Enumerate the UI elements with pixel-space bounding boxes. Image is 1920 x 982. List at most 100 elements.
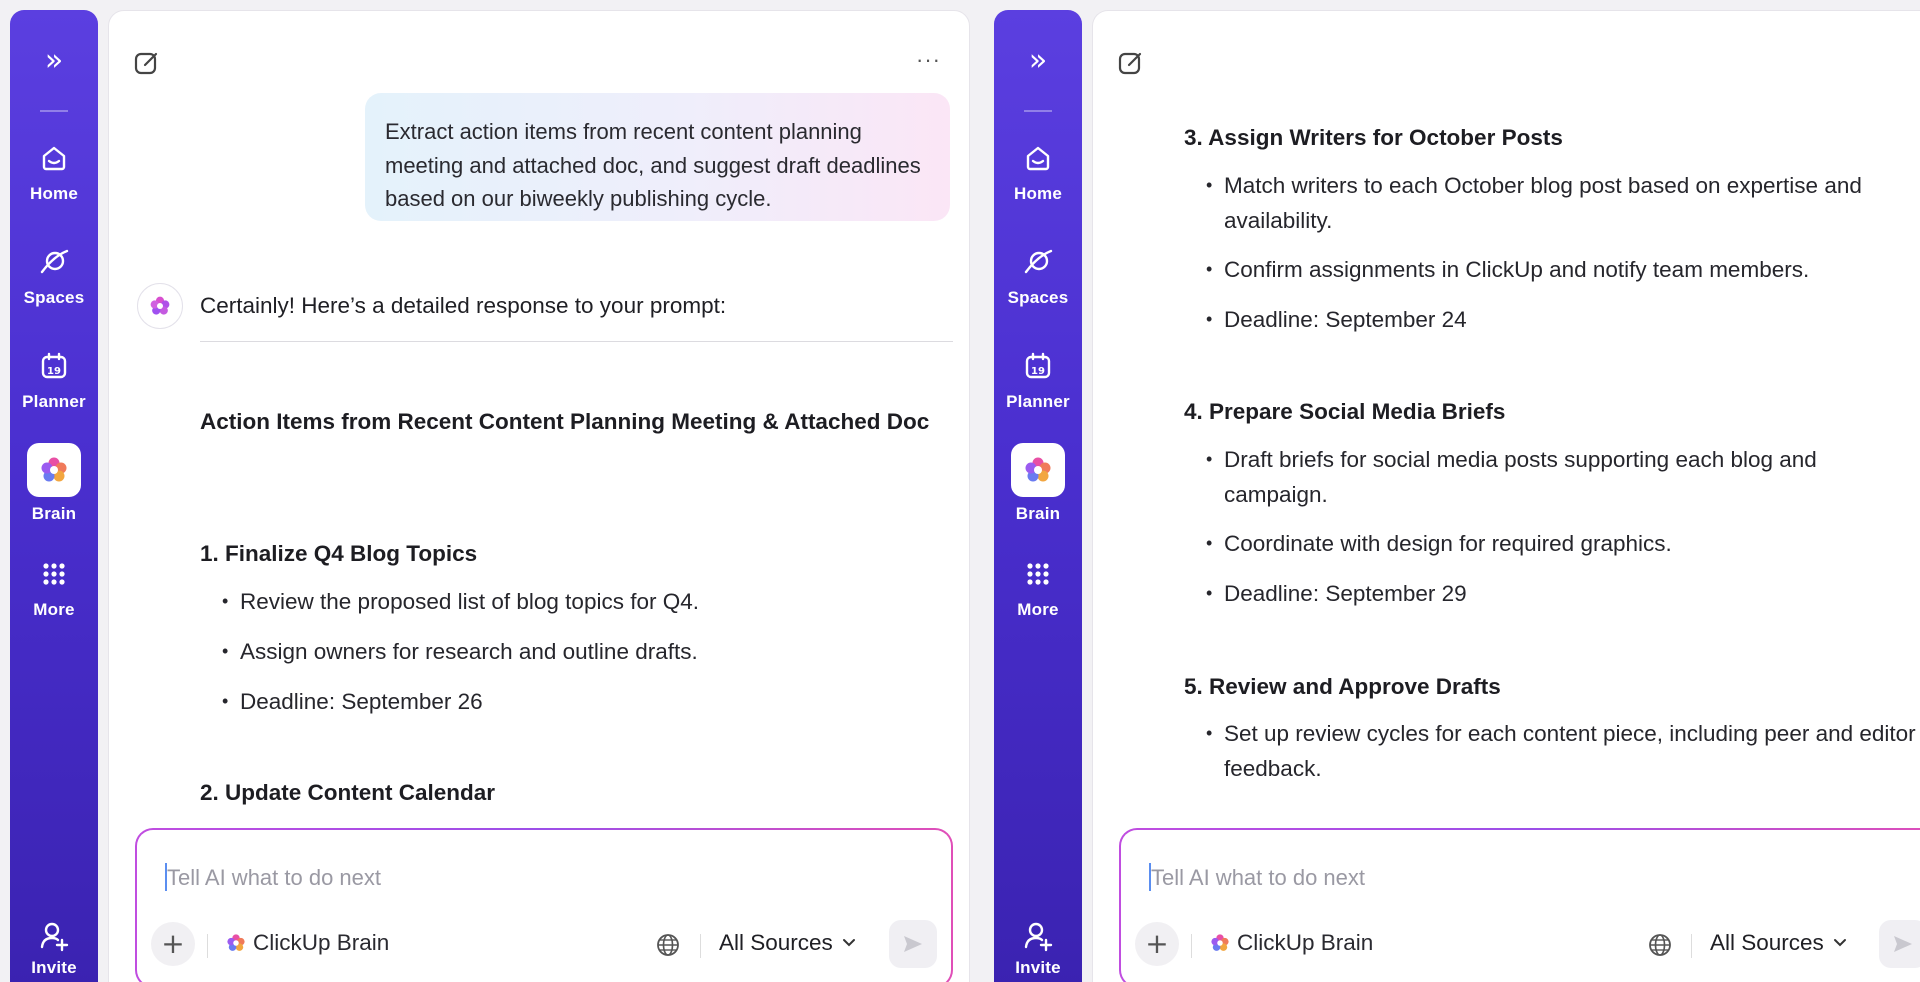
nav-planner-label: Planner — [22, 392, 86, 411]
section-title: 5. Review and Approve Drafts — [1184, 674, 1501, 699]
nav-spaces-label: Spaces — [1007, 288, 1069, 307]
nav-home[interactable]: Home — [994, 142, 1082, 204]
brain-flower-icon — [41, 457, 67, 482]
bullet-item: Confirm assignments in ClickUp and notif… — [1206, 252, 1920, 287]
rail-divider — [40, 110, 68, 112]
nav-home-label: Home — [29, 184, 79, 203]
calendar-icon: 19 — [41, 352, 67, 379]
chevron-down-icon — [1833, 939, 1846, 947]
expand-sidebar-icon[interactable]: » — [10, 46, 98, 76]
model-label: ClickUp Brain — [1237, 930, 1374, 955]
toolbar-divider — [207, 934, 208, 958]
toolbar-divider — [1191, 934, 1192, 958]
reply-divider — [200, 341, 953, 342]
section-title: 2. Update Content Calendar — [200, 780, 496, 805]
nav-more-label: More — [1017, 600, 1059, 619]
toolbar-divider — [1691, 934, 1692, 958]
add-user-icon — [40, 922, 69, 952]
chat-panel-left: ··· Extract action items from recent con… — [108, 10, 970, 982]
nav-more[interactable]: More — [994, 558, 1082, 620]
bullet-item: Draft briefs for social media posts supp… — [1206, 442, 1920, 512]
user-prompt-bubble: Extract action items from recent content… — [365, 93, 950, 221]
chat-panel-right: 3. Assign Writers for October Posts Matc… — [1092, 10, 1920, 982]
sources-dropdown[interactable]: All Sources — [1710, 930, 1848, 956]
add-attachment-button[interactable]: + — [151, 922, 195, 966]
nav-spaces[interactable]: Spaces — [10, 246, 98, 308]
nav-invite-label: Invite — [31, 958, 77, 977]
model-selector[interactable]: ClickUp Brain — [1209, 930, 1373, 956]
calendar-day: 19 — [1031, 366, 1045, 377]
planet-icon — [1024, 249, 1053, 274]
right-nav-rail: » Home Spaces 19 Planner Brain More Invi… — [994, 10, 1082, 982]
nav-brain-label: Brain — [1015, 504, 1061, 523]
send-icon — [904, 936, 922, 952]
brain-avatar — [137, 283, 183, 329]
nav-spaces[interactable]: Spaces — [994, 246, 1082, 308]
grid-dots-icon — [43, 563, 65, 585]
send-button[interactable] — [889, 920, 937, 968]
planet-icon — [40, 249, 69, 274]
bullet-item: Match writers to each October blog post … — [1206, 168, 1920, 238]
brain-tile — [27, 443, 81, 497]
add-attachment-button[interactable]: + — [1135, 922, 1179, 966]
composer-placeholder[interactable]: Tell AI what to do next — [1151, 865, 1365, 891]
nav-invite[interactable]: Invite — [994, 920, 1082, 978]
section-title: 4. Prepare Social Media Briefs — [1184, 399, 1506, 424]
calendar-day: 19 — [47, 366, 61, 377]
bullet-item: Deadline: September 24 — [1206, 302, 1920, 337]
nav-planner[interactable]: 19 Planner — [10, 350, 98, 412]
brain-flower-icon — [150, 296, 170, 315]
new-chat-icon[interactable] — [133, 49, 161, 77]
calendar-icon: 19 — [1025, 352, 1051, 379]
brain-flower-icon — [227, 934, 245, 951]
sources-dropdown[interactable]: All Sources — [719, 930, 857, 956]
bullet-item: Deadline: September 29 — [1206, 576, 1920, 611]
bullet-item: Coordinate with design for required grap… — [1206, 526, 1920, 561]
chat-composer[interactable]: Tell AI what to do next + ClickUp Brain … — [135, 828, 953, 982]
more-options-icon[interactable]: ··· — [916, 47, 941, 73]
doc-heading: Action Items from Recent Content Plannin… — [200, 409, 930, 434]
nav-planner-label: Planner — [1006, 392, 1070, 411]
send-icon — [1894, 936, 1912, 952]
chat-composer[interactable]: Tell AI what to do next + ClickUp Brain … — [1119, 828, 1920, 982]
grid-dots-icon — [1027, 563, 1049, 585]
expand-sidebar-icon[interactable]: » — [994, 46, 1082, 76]
left-nav-rail: » Home Spaces 19 Planner Brain More Invi… — [10, 10, 98, 982]
home-icon — [42, 146, 66, 171]
toolbar-divider — [700, 934, 701, 958]
bullet-item: Review the proposed list of blog topics … — [222, 584, 962, 619]
nav-more[interactable]: More — [10, 558, 98, 620]
rail-divider — [1024, 110, 1052, 112]
nav-more-label: More — [33, 600, 75, 619]
bullet-item: Deadline: September 26 — [222, 684, 962, 719]
globe-icon[interactable] — [1647, 932, 1673, 958]
composer-placeholder[interactable]: Tell AI what to do next — [167, 865, 381, 891]
nav-spaces-label: Spaces — [23, 288, 85, 307]
section-title: 3. Assign Writers for October Posts — [1184, 125, 1563, 150]
section-title: 1. Finalize Q4 Blog Topics — [200, 541, 478, 566]
nav-home[interactable]: Home — [10, 142, 98, 204]
nav-planner[interactable]: 19 Planner — [994, 350, 1082, 412]
nav-brain[interactable]: Brain — [994, 443, 1082, 524]
reply-intro: Certainly! Here’s a detailed response to… — [200, 293, 727, 318]
nav-brain-label: Brain — [31, 504, 77, 523]
brain-tile — [1011, 443, 1065, 497]
model-label: ClickUp Brain — [253, 930, 390, 955]
bullet-item: Set up review cycles for each content pi… — [1206, 716, 1920, 786]
chevron-down-icon — [842, 939, 855, 947]
bullet-item: Assign owners for research and outline d… — [222, 634, 962, 669]
sources-label: All Sources — [719, 930, 833, 955]
home-icon — [1026, 146, 1050, 171]
brain-flower-icon — [1025, 457, 1051, 482]
nav-home-label: Home — [1013, 184, 1063, 203]
nav-invite-label: Invite — [1015, 958, 1061, 977]
model-selector[interactable]: ClickUp Brain — [225, 930, 389, 956]
new-chat-icon[interactable] — [1117, 49, 1145, 77]
globe-icon[interactable] — [655, 932, 681, 958]
nav-brain[interactable]: Brain — [10, 443, 98, 524]
send-button[interactable] — [1879, 920, 1920, 968]
sources-label: All Sources — [1710, 930, 1824, 955]
add-user-icon — [1024, 922, 1053, 952]
brain-flower-icon — [1211, 934, 1229, 951]
nav-invite[interactable]: Invite — [10, 920, 98, 978]
